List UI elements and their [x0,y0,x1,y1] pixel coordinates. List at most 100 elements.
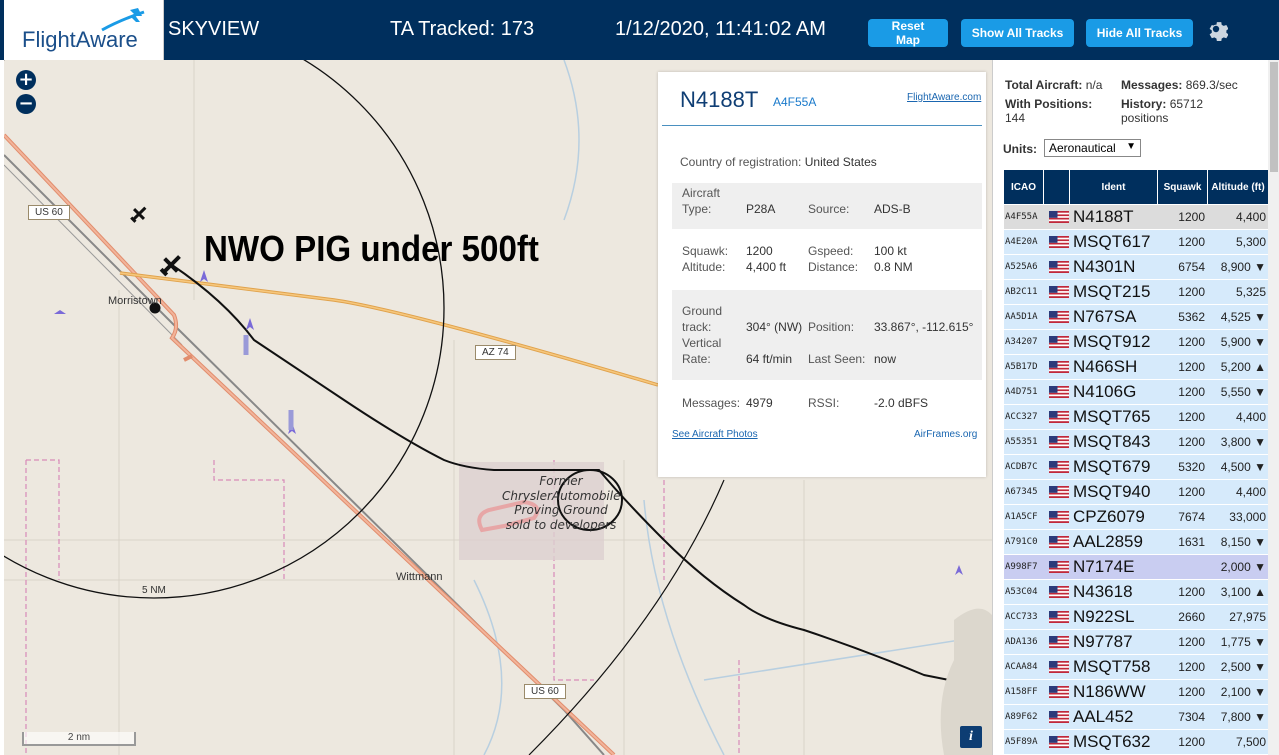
table-row[interactable]: A4D751 N4106G 1200 5,550 ▼ [1004,380,1268,405]
table-row[interactable]: ACAA84 MSQT758 1200 2,500 ▼ [1004,655,1268,680]
squawk-cell: 7304 [1178,710,1205,724]
table-row[interactable]: A1A5CF CPZ6079 7674 33,000 [1004,505,1268,530]
ident-cell: N4106G [1073,382,1137,401]
ident-cell: MSQT679 [1073,457,1151,476]
lastseen-value: now [874,352,897,366]
header-bar: FlightAware SKYVIEW TA Tracked: 173 1/12… [0,0,1279,60]
table-row[interactable]: A4F55A N4188T 1200 4,400 [1004,205,1268,230]
table-row[interactable]: A4E20A MSQT617 1200 5,300 [1004,230,1268,255]
reset-map-button[interactable]: Reset Map [868,19,948,47]
icao-cell: A67345 [1005,487,1038,497]
table-row[interactable]: ACC733 N922SL 2660 27,975 [1004,605,1268,630]
ident-cell: N97787 [1073,632,1133,651]
ident-cell: MSQT940 [1073,482,1151,501]
table-row[interactable]: ADA136 N97787 1200 1,775 ▼ [1004,630,1268,655]
table-row[interactable]: ACC327 MSQT765 1200 4,400 [1004,405,1268,430]
us-flag-icon [1049,580,1069,604]
table-row[interactable]: A791C0 AAL2859 1631 8,150 ▼ [1004,530,1268,555]
altitude-value: 4,400 ft [746,260,787,274]
table-row[interactable]: A53C04 N43618 1200 3,100 ▲ [1004,580,1268,605]
squawk-cell: 1200 [1178,735,1205,749]
type-block: Aircraft Type: P28A Source: ADS-B [672,183,982,229]
altitude-cell: 4,500 ▼ [1220,460,1266,474]
panel-scrollbar[interactable] [1268,60,1279,755]
table-row[interactable]: ACDB7C MSQT679 5320 4,500 ▼ [1004,455,1268,480]
squawk-cell: 5320 [1178,460,1205,474]
altitude-cell: 4,525 ▼ [1220,310,1266,324]
icao-cell: ACAA84 [1005,662,1038,672]
icao-cell: A5F89A [1005,737,1038,747]
us-flag-icon [1049,405,1069,429]
flightaware-logo[interactable]: FlightAware [4,0,164,60]
map-scale-bar: 2 nm [22,732,136,746]
us-flag-icon [1049,530,1069,554]
table-row[interactable]: A67345 MSQT940 1200 4,400 [1004,480,1268,505]
table-row[interactable]: A5F89A MSQT632 1200 7,500 [1004,730,1268,755]
zoom-out-button[interactable]: − [16,94,36,114]
ident-cell: AAL452 [1073,707,1134,726]
icao-cell: A4E20A [1005,237,1038,247]
squawk-cell: 1200 [1178,635,1205,649]
col-flag[interactable] [1044,170,1070,204]
altitude-cell: 8,900 ▼ [1220,260,1266,274]
table-row[interactable]: A998F7 N7174E 2,000 ▼ [1004,555,1268,580]
ident-cell: MSQT912 [1073,332,1151,351]
col-icao[interactable]: ICAO [1004,170,1044,204]
ident-cell: N466SH [1073,357,1138,376]
units-select-value: Aeronautical [1049,141,1116,155]
icao-cell: ACDB7C [1005,462,1038,472]
units-label: Units: [1003,142,1037,156]
flightaware-link[interactable]: FlightAware.com [907,92,981,103]
hide-all-tracks-button[interactable]: Hide All Tracks [1086,19,1193,47]
altitude-cell: 4,400 [1235,410,1266,424]
units-select[interactable]: Aeronautical ▼ [1044,139,1141,157]
map-annotation: NWO PIG under 500ft [204,228,539,269]
road-shield-az74: AZ 74 [475,345,516,360]
ident-cell: MSQT632 [1073,732,1151,751]
aircraft-type-value: P28A [746,202,776,216]
show-all-tracks-button[interactable]: Show All Tracks [961,19,1074,47]
country-row: Country of registration: United States [680,155,877,169]
icao-cell: A5B17D [1005,362,1038,372]
ident-cell: MSQT843 [1073,432,1151,451]
table-row[interactable]: A55351 MSQT843 1200 3,800 ▼ [1004,430,1268,455]
card-hex-code: A4F55A [773,95,817,109]
zoom-in-button[interactable]: + [16,70,36,90]
table-row[interactable]: A5B17D N466SH 1200 5,200 ▲ [1004,355,1268,380]
table-row[interactable]: A89F62 AAL452 7304 7,800 ▼ [1004,705,1268,730]
vrate-value: 64 ft/min [746,352,793,366]
icao-cell: A1A5CF [1005,512,1038,522]
table-row[interactable]: A525A6 N4301N 6754 8,900 ▼ [1004,255,1268,280]
ident-cell: CPZ6079 [1073,507,1145,526]
us-flag-icon [1049,280,1069,304]
col-ident[interactable]: Ident [1070,170,1158,204]
squawk-cell: 1200 [1178,485,1205,499]
current-datetime: 1/12/2020, 11:41:02 AM [615,18,826,40]
table-row[interactable]: A34207 MSQT912 1200 5,900 ▼ [1004,330,1268,355]
aircraft-photos-link[interactable]: See Aircraft Photos [672,429,758,440]
track-block: Ground track: 304° (NW) Position: 33.867… [672,290,982,380]
airframes-link[interactable]: AirFrames.org [914,429,977,440]
aircraft-marker-icon[interactable] [156,250,186,280]
tracked-count: TA Tracked: 173 [390,18,535,40]
us-flag-icon [1049,380,1069,404]
table-row[interactable]: AB2C11 MSQT215 1200 5,325 [1004,280,1268,305]
map-info-button[interactable]: i [960,726,982,748]
ident-cell: MSQT215 [1073,282,1151,301]
us-flag-icon [1049,630,1069,654]
table-row[interactable]: A158FF N186WW 1200 2,100 ▼ [1004,680,1268,705]
scrollbar-thumb[interactable] [1270,62,1278,172]
altitude-cell: 7,800 ▼ [1220,710,1266,724]
us-flag-icon [1049,730,1069,754]
icao-cell: AB2C11 [1005,287,1038,297]
col-altitude[interactable]: Altitude (ft) [1208,170,1268,204]
col-squawk[interactable]: Squawk [1158,170,1208,204]
logo-text: FlightAware [22,27,138,52]
messages-block: Messages: 4979 RSSI: -2.0 dBFS [672,388,982,418]
gear-icon[interactable] [1204,17,1228,41]
squawk-cell: 1200 [1178,660,1205,674]
table-row[interactable]: AA5D1A N767SA 5362 4,525 ▼ [1004,305,1268,330]
altitude-cell: 4,400 [1235,210,1266,224]
us-flag-icon [1049,230,1069,254]
icao-cell: ADA136 [1005,637,1038,647]
